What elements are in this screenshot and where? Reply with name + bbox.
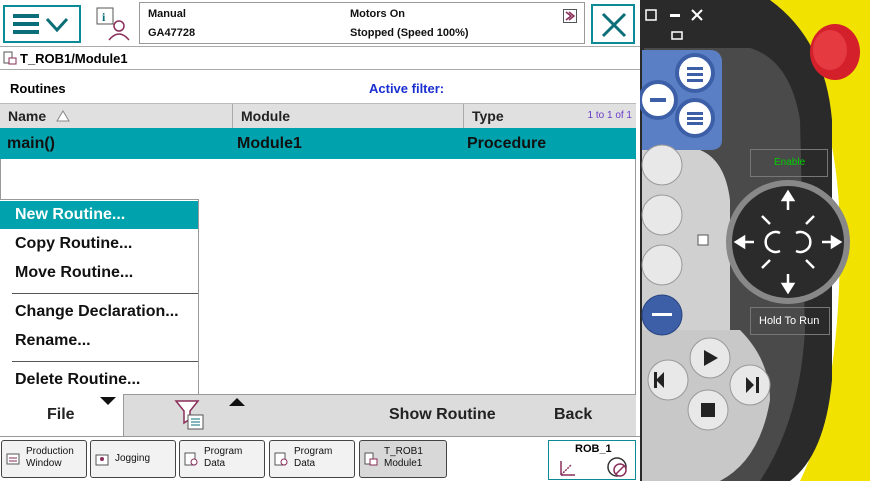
- module-icon: [364, 452, 378, 466]
- back-button[interactable]: Back: [554, 406, 592, 424]
- menu-item-new-routine[interactable]: New Routine...: [0, 201, 198, 229]
- jogging-icon: [95, 454, 109, 466]
- task-program-data[interactable]: Program Data: [269, 440, 355, 478]
- run-state: Stopped (Speed 100%): [350, 27, 469, 39]
- pendant-body: [638, 0, 870, 481]
- routine-module: Module1: [237, 135, 302, 152]
- hold-to-run-label: Hold To Run: [759, 315, 820, 327]
- robot-name: ROB_1: [575, 443, 612, 455]
- sort-up-icon: [56, 110, 70, 122]
- close-icon: [601, 12, 627, 38]
- task-label-2: Window: [26, 458, 62, 469]
- active-filter-label: Active filter:: [369, 81, 445, 96]
- column-header-type[interactable]: Type 1 to 1 of 1: [464, 104, 636, 128]
- section-title: Routines: [10, 81, 66, 96]
- task-label-2: Module1: [384, 458, 423, 469]
- breadcrumb: T_ROB1/Module1: [0, 47, 640, 70]
- table-row[interactable]: main() Module1 Procedure: [0, 128, 636, 159]
- menu-item-change-declaration[interactable]: Change Declaration...: [0, 298, 198, 326]
- breadcrumb-path: T_ROB1/Module1: [20, 51, 128, 66]
- task-label-1: T_ROB1: [384, 446, 423, 457]
- menu-icon: [13, 14, 69, 34]
- task-label-2: Data: [204, 458, 226, 469]
- info-user-icon: i: [96, 7, 130, 41]
- program-data-icon: [184, 452, 198, 466]
- operating-mode: Manual: [148, 8, 186, 20]
- menu-item-rename[interactable]: Rename...: [0, 327, 198, 355]
- caret-up-icon: [229, 398, 245, 406]
- file-menu: New Routine... Copy Routine... Move Rout…: [0, 199, 199, 394]
- enable-button[interactable]: Enable: [750, 149, 828, 177]
- menu-item-move-routine[interactable]: Move Routine...: [0, 259, 198, 287]
- routine-name: main(): [7, 135, 55, 152]
- show-routine-button[interactable]: Show Routine: [389, 406, 496, 424]
- speed-status-icon: [563, 9, 577, 23]
- filter-icon: [174, 400, 204, 430]
- teach-pendant: Enable Hold To Run: [638, 0, 870, 481]
- task-program-data[interactable]: Program Data: [179, 440, 265, 478]
- task-jogging[interactable]: Jogging: [90, 440, 176, 478]
- controller-name: GA47728: [148, 27, 196, 39]
- motors-state: Motors On: [350, 8, 405, 20]
- module-icon: [3, 51, 17, 65]
- close-button[interactable]: [591, 4, 635, 44]
- program-data-icon: [274, 452, 288, 466]
- file-label: File: [47, 406, 75, 423]
- hold-to-run-button[interactable]: Hold To Run: [750, 307, 830, 335]
- task-label-1: Jogging: [115, 453, 151, 464]
- task-t-rob1-module1[interactable]: T_ROB1 Module1: [359, 440, 447, 478]
- table-header: Name Module Type 1 to 1 of 1: [0, 103, 636, 129]
- task-label-1: Production: [26, 446, 74, 457]
- file-button[interactable]: File: [0, 394, 124, 436]
- task-label-2: Data: [294, 458, 316, 469]
- pagination-label: 1 to 1 of 1: [587, 110, 632, 121]
- menu-divider: [12, 361, 198, 362]
- task-label-1: Program: [294, 446, 333, 457]
- routine-type: Procedure: [467, 135, 547, 152]
- enable-label: Enable: [774, 157, 806, 168]
- task-production-window[interactable]: Production Window: [1, 440, 87, 478]
- caret-down-icon: [100, 397, 116, 405]
- event-log-button[interactable]: i: [93, 6, 133, 42]
- robot-jog-status-icon: [560, 457, 627, 477]
- main-menu-button[interactable]: [3, 5, 81, 43]
- menu-item-copy-routine[interactable]: Copy Routine...: [0, 230, 198, 258]
- menu-divider: [12, 293, 198, 294]
- column-header-module[interactable]: Module: [233, 104, 464, 128]
- filter-button[interactable]: [160, 395, 250, 435]
- menu-item-delete-routine[interactable]: Delete Routine...: [0, 366, 198, 394]
- quickset-robot-button[interactable]: ROB_1: [548, 440, 636, 480]
- status-panel[interactable]: Manual GA47728 Motors On Stopped (Speed …: [139, 2, 585, 44]
- column-header-name[interactable]: Name: [0, 104, 233, 128]
- task-label-1: Program: [204, 446, 243, 457]
- production-window-icon: [6, 453, 20, 465]
